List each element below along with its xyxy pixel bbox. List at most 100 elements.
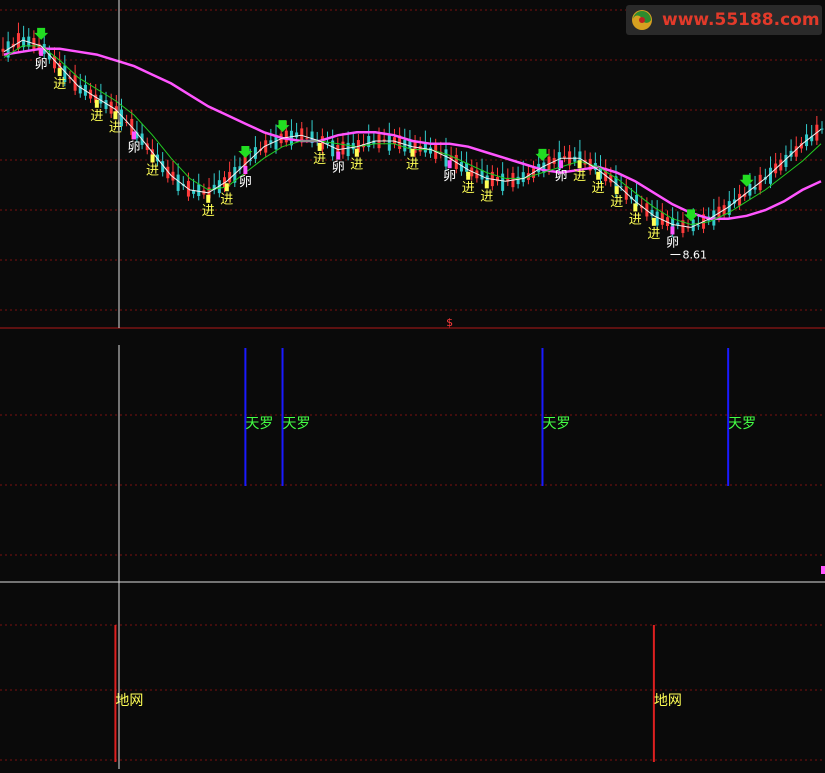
signal-tick [596,171,601,180]
signal-label: 进 [202,204,215,219]
candle-body [676,222,680,225]
edge-marker [821,566,825,574]
candle-body [16,33,20,49]
candle-body [403,139,407,152]
signal-label: 进 [573,169,586,184]
candle-layer [1,22,824,238]
signal-tick [150,154,155,163]
skynet-label: 天罗 [245,416,273,432]
swirl-logo-icon [632,10,652,30]
signal-label: 进 [406,158,419,173]
signal-tick [94,99,99,108]
signal-tick [224,183,229,192]
signal-label: 卵 [127,140,140,155]
signal-label: 卵 [555,169,568,184]
site-watermark: www.55188.com [626,5,822,35]
candle-body [768,167,772,184]
signal-layer: 卵进进进卵进进进卵进卵进进卵进进卵 进进进进进卵8.61$ [34,27,754,329]
signal-label: 卵 [443,169,456,184]
candle-body [253,147,257,159]
annotation-value: 8.61 [682,248,707,261]
signal-tick [577,160,582,169]
marker-label: $ [446,316,453,329]
grid-layer [0,9,825,761]
signal-tick [633,203,638,212]
signal-label: 卵 [332,161,345,176]
signal-label: 进 [629,212,642,227]
candle-body [521,172,525,183]
candle-body [382,139,386,141]
candle-body [794,146,798,157]
candle-body [784,154,788,167]
candle-body [655,211,659,226]
earthnet-label: 地网 [115,693,143,709]
candle-body [341,141,345,155]
down-arrow-icon [34,27,49,40]
signal-label: 进 [313,152,326,167]
skynet-label: 天罗 [728,416,756,432]
signal-label: 进 [53,77,66,92]
signal-tick [614,186,619,195]
signal-label: 进 [647,227,660,242]
moving-average-layer [3,39,822,228]
candle-body [176,174,180,191]
candle-body [501,173,505,191]
candle-body [305,137,309,139]
signal-label: 进 [462,181,475,196]
earthnet-panel: 地网 地网 [114,625,682,762]
candle-body [562,156,566,158]
signal-label: 卵 [239,175,252,190]
signal-tick [484,180,489,189]
candle-body [429,147,433,154]
candle-body [284,130,288,143]
skynet-label: 天罗 [283,416,311,432]
candle-body [295,132,299,138]
watermark-text: www.55188.com [662,10,820,30]
signal-tick [113,111,118,120]
candle-body [660,212,664,225]
signal-label: 卵 [666,235,679,250]
earthnet-label: 地网 [654,693,682,709]
candle-body [573,156,577,162]
signal-tick [651,217,656,226]
ma-line-0 [3,47,822,220]
signal-tick [243,166,248,174]
signal-tick [57,68,62,77]
stock-chart-stage[interactable]: 卵进进进卵进进进卵进卵进进卵进进卵进进进进进卵 8.61 $ 天罗 天罗 天罗 天罗 地网… [0,0,825,769]
signal-tick [559,160,564,169]
down-arrow-icon [739,174,754,187]
signal-tick [39,47,44,56]
signal-tick [670,226,675,235]
signal-label: 进 [480,189,493,204]
signal-tick [447,160,452,169]
signal-label: 进 [90,109,103,124]
ma-line-1 [3,45,822,226]
down-arrow-icon [535,148,550,161]
candle-body [408,140,412,149]
signal-label: 进 [220,192,233,207]
signal-label: 进 [109,120,122,135]
ma-line-2 [3,39,822,228]
candle-body [418,145,422,152]
signal-tick [336,151,341,160]
candle-body [387,134,391,151]
signal-label: 进 [350,158,363,173]
skynet-label: 天罗 [542,416,570,432]
skynet-panel: 天罗 天罗 天罗 天罗 [244,348,756,486]
signal-label: 进 [610,195,623,210]
signal-label: 卵 [35,57,48,72]
signal-tick [317,142,322,151]
signal-tick [466,171,471,180]
candle-body [197,184,201,197]
candle-body [696,225,700,227]
signal-label: 进 [592,181,605,196]
candle-body [691,219,695,232]
signal-tick [131,131,136,140]
down-arrow-icon [275,120,290,133]
stock-chart[interactable]: 卵进进进卵进进进卵进卵进进卵进进卵 进进进进进卵8.61$ 天罗 天罗 天罗 天罗 地网… [0,0,825,769]
signal-tick [410,148,415,157]
signal-tick [206,194,211,203]
signal-tick [354,148,359,157]
candle-body [444,149,448,167]
signal-label: 进 [146,163,159,178]
